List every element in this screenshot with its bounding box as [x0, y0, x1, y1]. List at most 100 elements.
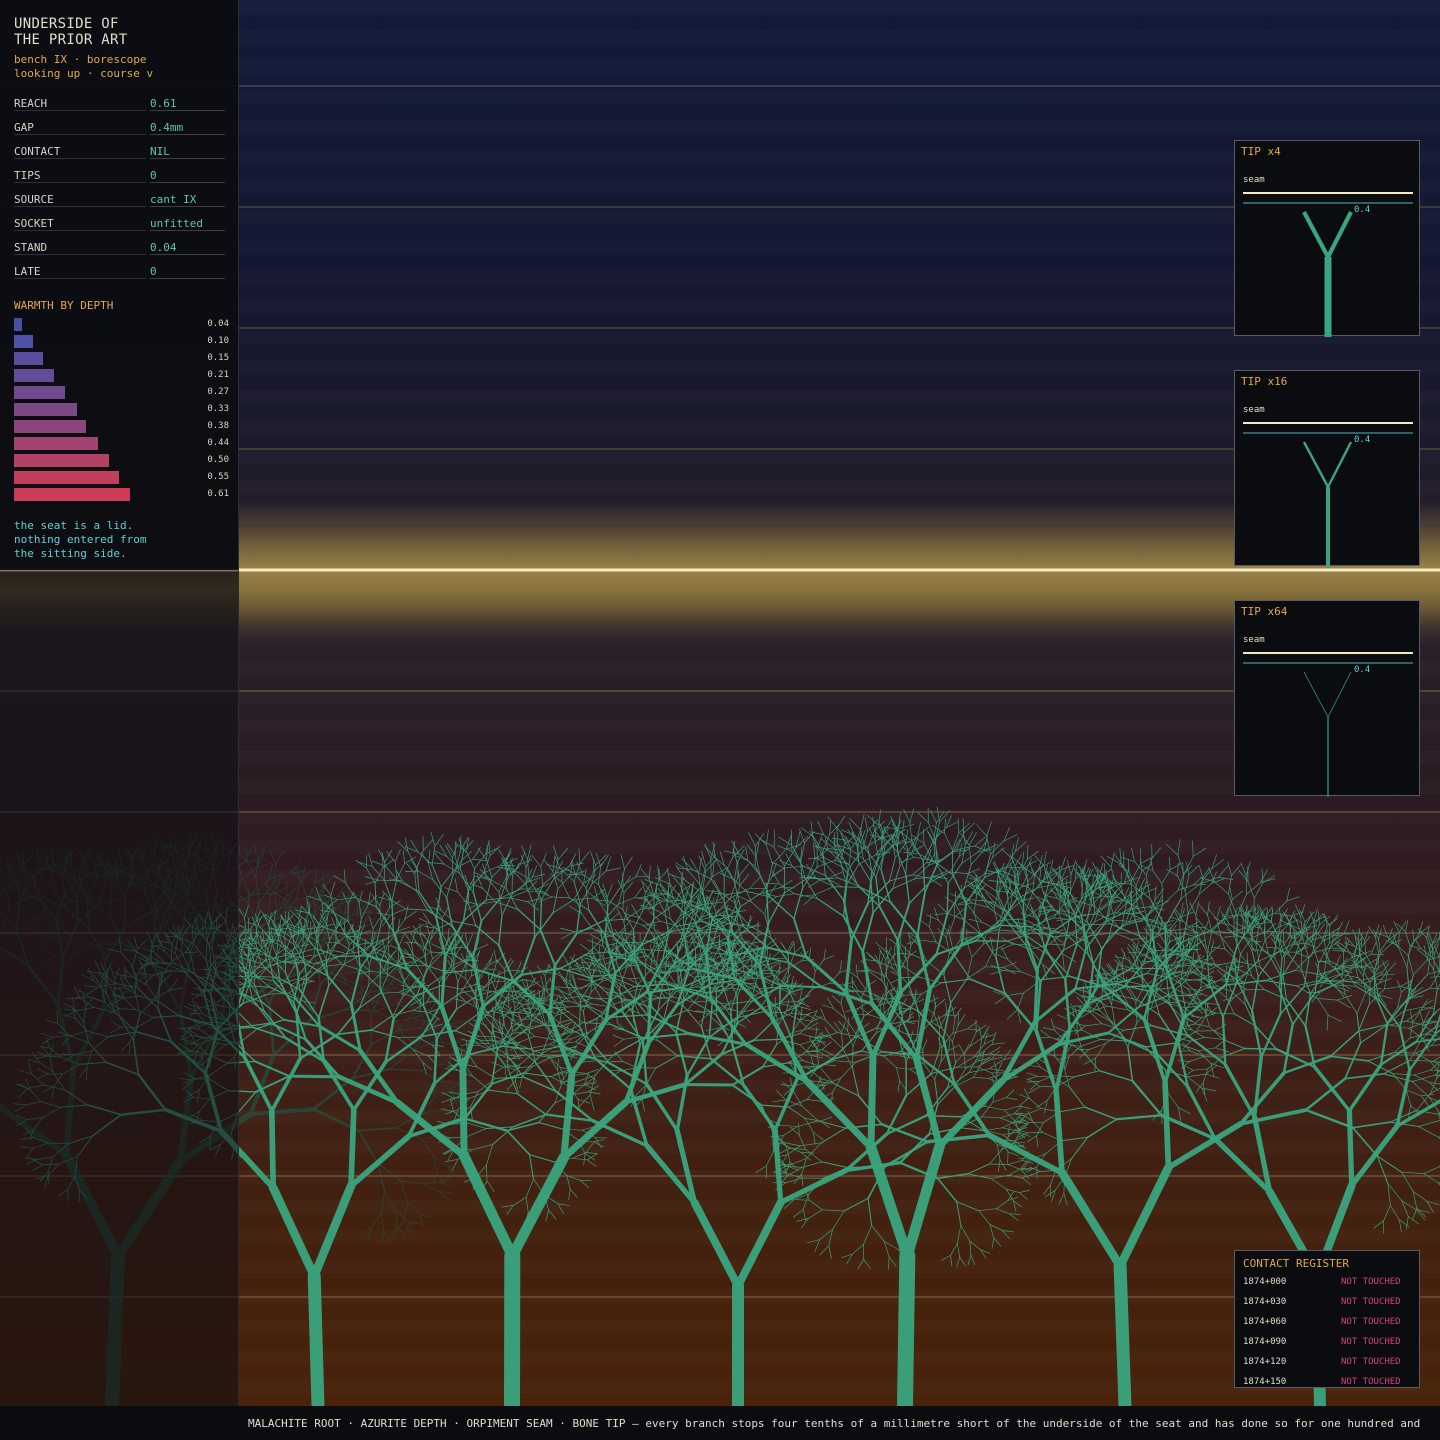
stat-rule: [150, 278, 225, 279]
register-code: 1874+060: [1243, 1317, 1287, 1327]
stat-row: SOCKET unfitted: [14, 214, 225, 238]
stat-rule: [150, 230, 225, 231]
stat-label: SOURCE: [14, 193, 54, 206]
footer-ticker: MALACHITE ROOT · AZURITE DEPTH · ORPIMEN…: [248, 1417, 1421, 1430]
warmth-value: 0.21: [207, 370, 229, 380]
tip-title: TIP x64: [1241, 605, 1288, 618]
warmth-value: 0.27: [207, 387, 229, 397]
register-row: 1874+150 NOT TOUCHED: [1243, 1377, 1413, 1391]
register-row: 1874+060 NOT TOUCHED: [1243, 1317, 1413, 1331]
stat-label: STAND: [14, 241, 48, 254]
page-title: UNDERSIDE OF THE PRIOR ART: [14, 16, 128, 48]
warmth-bar: [14, 335, 33, 348]
register-title: CONTACT REGISTER: [1243, 1257, 1349, 1270]
warmth-title: WARMTH BY DEPTH: [14, 299, 114, 312]
footer: MALACHITE ROOT · AZURITE DEPTH · ORPIMEN…: [0, 1406, 1440, 1440]
register-row: 1874+090 NOT TOUCHED: [1243, 1337, 1413, 1351]
stat-row: LATE 0: [14, 262, 225, 286]
warmth-value: 0.50: [207, 455, 229, 465]
warmth-bar-row: 0.33: [14, 403, 230, 420]
stat-value: NIL: [150, 145, 170, 158]
stat-row: GAP 0.4mm: [14, 118, 225, 142]
stat-value: 0: [150, 169, 157, 182]
tip-gap-label: 0.4: [1354, 665, 1371, 675]
tip-seam-label: seam: [1243, 175, 1265, 185]
stat-value: cant IX: [150, 193, 197, 206]
warmth-value: 0.55: [207, 472, 229, 482]
tip-panel: TIP x64 seam 0.4: [1234, 600, 1420, 797]
warmth-bar-row: 0.38: [14, 420, 230, 437]
stat-rule: [14, 134, 146, 135]
stat-rule: [150, 110, 225, 111]
register-status: NOT TOUCHED: [1341, 1377, 1401, 1387]
warmth-value: 0.04: [207, 319, 229, 329]
warmth-bar-row: 0.61: [14, 488, 230, 505]
warmth-bar: [14, 403, 77, 416]
warmth-bar: [14, 386, 65, 399]
warmth-bar-row: 0.27: [14, 386, 230, 403]
stat-value: 0.4mm: [150, 121, 184, 134]
stat-value: 0: [150, 265, 157, 278]
tip-panel: TIP x4 seam 0.4: [1234, 140, 1420, 337]
warmth-bars: 0.04 0.10 0.15 0.21 0.27 0.33 0.38 0.44 0.50 0.55…: [14, 318, 230, 505]
stat-label: CONTACT: [14, 145, 61, 158]
stat-rule: [150, 182, 225, 183]
register-row: 1874+120 NOT TOUCHED: [1243, 1357, 1413, 1371]
warmth-value: 0.61: [207, 489, 229, 499]
stat-value: 0.04: [150, 241, 177, 254]
warmth-bar: [14, 454, 109, 467]
page-subtitle: bench IX · borescope looking up · course…: [14, 53, 154, 80]
tip-seam-label: seam: [1243, 635, 1265, 645]
warmth-value: 0.38: [207, 421, 229, 431]
stat-row: STAND 0.04: [14, 238, 225, 262]
stat-rule: [14, 230, 146, 231]
register-code: 1874+030: [1243, 1297, 1287, 1307]
warmth-bar-row: 0.55: [14, 471, 230, 488]
warmth-bar: [14, 318, 22, 331]
register-code: 1874+000: [1243, 1277, 1287, 1287]
warmth-value: 0.15: [207, 353, 229, 363]
warmth-bar-row: 0.21: [14, 369, 230, 386]
stat-label: SOCKET: [14, 217, 54, 230]
register-code: 1874+150: [1243, 1377, 1287, 1387]
stat-label: TIPS: [14, 169, 41, 182]
tip-title: TIP x16: [1241, 375, 1288, 388]
warmth-bar-row: 0.15: [14, 352, 230, 369]
warmth-bar-row: 0.50: [14, 454, 230, 471]
register-row: 1874+030 NOT TOUCHED: [1243, 1297, 1413, 1311]
tip-diagram: [1243, 422, 1413, 567]
warmth-value: 0.10: [207, 336, 229, 346]
stat-row: REACH 0.61: [14, 94, 225, 118]
stat-rule: [150, 134, 225, 135]
tip-panel: TIP x16 seam 0.4: [1234, 370, 1420, 567]
sidebar-divider: [238, 0, 239, 1406]
register-status: NOT TOUCHED: [1341, 1277, 1401, 1287]
note-text: the seat is a lid. nothing entered from …: [14, 519, 147, 560]
warmth-bar-row: 0.04: [14, 318, 230, 335]
tip-seam-label: seam: [1243, 405, 1265, 415]
stat-label: REACH: [14, 97, 48, 110]
warmth-value: 0.33: [207, 404, 229, 414]
tip-title: TIP x4: [1241, 145, 1281, 158]
warmth-value: 0.44: [207, 438, 229, 448]
stat-value: 0.61: [150, 97, 177, 110]
register-code: 1874+120: [1243, 1357, 1287, 1367]
tip-diagram: [1243, 652, 1413, 797]
sidebar: UNDERSIDE OF THE PRIOR ART bench IX · bo…: [0, 0, 238, 570]
stat-rule: [14, 110, 146, 111]
warmth-bar-row: 0.44: [14, 437, 230, 454]
stat-row: CONTACT NIL: [14, 142, 225, 166]
stat-label: GAP: [14, 121, 34, 134]
warmth-bar: [14, 352, 43, 365]
stat-value: unfitted: [150, 217, 203, 230]
register-status: NOT TOUCHED: [1341, 1337, 1401, 1347]
register-code: 1874+090: [1243, 1337, 1287, 1347]
warmth-bar: [14, 488, 130, 501]
stat-rule: [150, 206, 225, 207]
stat-rule: [14, 206, 146, 207]
stat-rule: [14, 182, 146, 183]
register-status: NOT TOUCHED: [1341, 1357, 1401, 1367]
tip-gap-label: 0.4: [1354, 205, 1371, 215]
register-status: NOT TOUCHED: [1341, 1317, 1401, 1327]
tip-gap-label: 0.4: [1354, 435, 1371, 445]
